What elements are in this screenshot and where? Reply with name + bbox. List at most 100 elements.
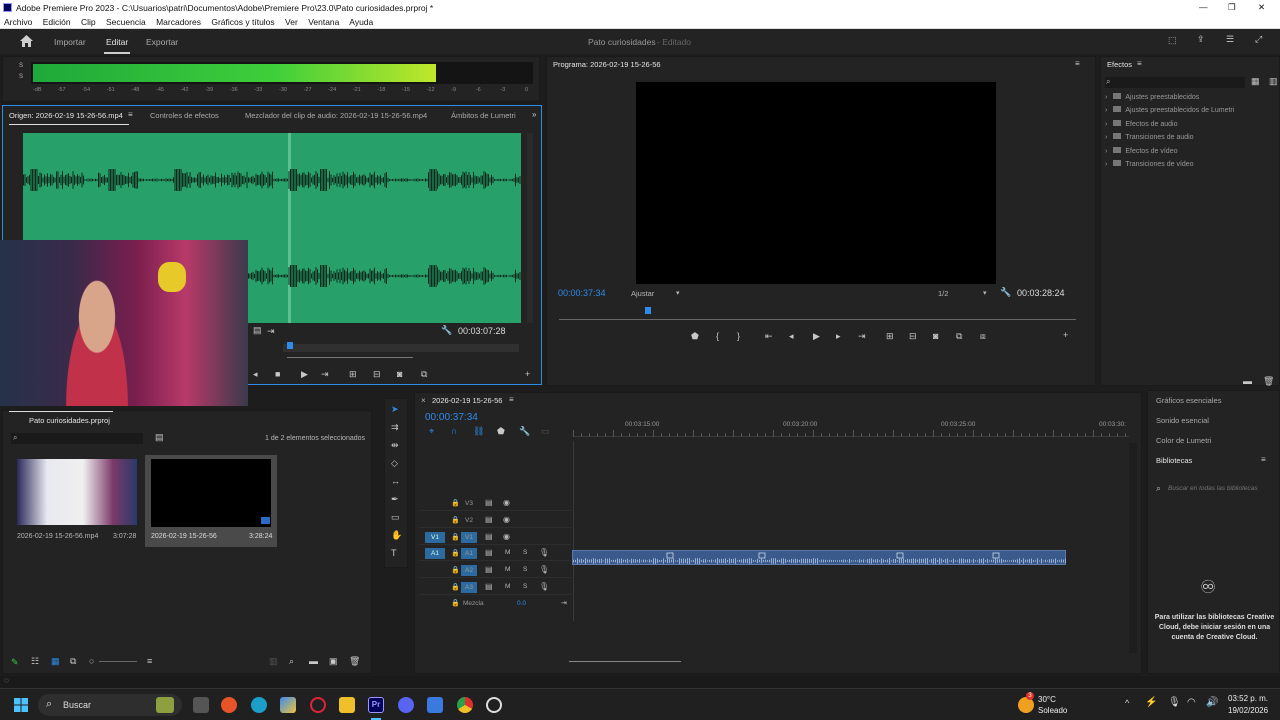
menu-marcadores[interactable]: Marcadores [156, 17, 201, 27]
solo-button[interactable]: S [523, 566, 527, 573]
wrench-icon[interactable]: 🔧 [1000, 288, 1011, 297]
track-header-a1[interactable]: A1 🔒 A1 ▤ M S 🎙 [419, 546, 571, 562]
eye-icon[interactable]: ◉ [503, 515, 510, 524]
share-icon[interactable]: ⇪ [1197, 35, 1205, 44]
write-on-icon[interactable]: ✎ [11, 657, 19, 668]
tab-menu-icon[interactable]: ≡ [128, 110, 133, 119]
add-marker-icon[interactable]: ⬟ [691, 332, 699, 341]
clock-date[interactable]: 19/02/2026 [1228, 706, 1268, 715]
program-menu-icon[interactable]: ≡ [1075, 59, 1080, 68]
timeline-settings-icon[interactable]: 🔧 [519, 427, 530, 436]
mute-button[interactable]: M [505, 549, 510, 556]
discord-icon[interactable] [398, 697, 414, 713]
quick-export-icon[interactable]: ⬚ [1168, 36, 1177, 45]
mix-value[interactable]: 0.0 [517, 600, 526, 607]
close-button[interactable]: ✕ [1258, 2, 1265, 13]
track-header-a3[interactable]: 🔒 A3 ▤ M S 🎙 [419, 580, 571, 595]
copilot-icon[interactable] [280, 697, 296, 713]
libraries-menu-icon[interactable]: ≡ [1261, 455, 1266, 464]
resolution-dropdown[interactable]: 1/2 [938, 289, 948, 298]
step-back-icon[interactable]: ◂ [253, 370, 258, 379]
project-item-selected[interactable]: 2026-02-19 15-26-56 3:28:24 [145, 455, 277, 547]
track-header-v3[interactable]: 🔒 V3 ▤ ◉ [419, 496, 571, 511]
panel-color-lumetri[interactable]: Color de Lumetri [1156, 436, 1211, 445]
tab-effect-controls[interactable]: Controles de efectos [150, 111, 219, 120]
libraries-search-input[interactable] [1168, 483, 1276, 493]
play-icon[interactable]: ▶ [813, 332, 820, 341]
maximize-button[interactable]: ❐ [1228, 2, 1236, 13]
wrench-icon[interactable]: 🔧 [441, 326, 452, 335]
audio-clip[interactable] [572, 550, 1066, 565]
brave-icon[interactable] [221, 697, 237, 713]
track-header-v1[interactable]: V1 🔒 V1 ▤ ◉ [419, 530, 571, 545]
timeline-vscroll[interactable] [1129, 443, 1137, 653]
effects-folder[interactable]: › Ajustes preestablecidos de Lumetri [1105, 106, 1234, 118]
fit-dropdown[interactable]: Ajustar [631, 289, 654, 298]
automate-icon[interactable]: ▥ [269, 657, 278, 666]
effects-search-input[interactable] [1105, 77, 1245, 88]
mute-button[interactable]: M [505, 583, 510, 590]
insert-icon[interactable]: ⇥ [267, 327, 275, 336]
chrome-icon[interactable] [457, 697, 473, 713]
hand-tool-icon[interactable]: ✋ [391, 531, 402, 540]
track-target[interactable]: V1 [461, 531, 477, 543]
list-view-icon[interactable]: ☷ [31, 657, 39, 666]
network-icon[interactable]: ⚡ [1145, 697, 1157, 708]
source-playhead[interactable] [287, 342, 293, 349]
sync-lock-icon[interactable]: ▤ [485, 582, 493, 591]
nest-icon[interactable]: ⌖ [429, 427, 434, 436]
tab-lumetri-scopes[interactable]: Ámbitos de Lumetri [451, 111, 516, 120]
tabs-overflow-icon[interactable]: » [532, 110, 536, 119]
effects-folder[interactable]: › Efectos de vídeo [1105, 146, 1178, 159]
program-timecode[interactable]: 00:00:37:34 [558, 288, 606, 298]
ripple-edit-tool-icon[interactable]: ⇹ [391, 441, 399, 450]
menu-graficos[interactable]: Gráficos y títulos [211, 17, 274, 27]
file-explorer-icon[interactable] [339, 697, 355, 713]
effects-folder[interactable]: › Ajustes preestablecidos [1105, 93, 1199, 105]
tab-audio-clip-mixer[interactable]: Mezclador del clip de audio: 2026-02-19 … [245, 111, 427, 120]
snap-icon[interactable]: ∩ [451, 427, 457, 436]
menu-edicion[interactable]: Edición [43, 17, 71, 27]
wifi-icon[interactable]: ◠ [1187, 697, 1196, 708]
settings-icon[interactable]: ▤ [253, 326, 262, 335]
camera-icon[interactable]: ◙ [933, 332, 938, 341]
lock-icon[interactable]: 🔒 [451, 499, 460, 507]
app-icon[interactable] [427, 697, 443, 713]
lock-icon[interactable]: 🔒 [451, 516, 460, 524]
program-playhead[interactable] [645, 307, 651, 314]
pen-tool-icon[interactable]: ✒ [391, 495, 399, 504]
effects-folder[interactable]: › Transiciones de vídeo [1105, 160, 1194, 172]
close-sequence-icon[interactable]: × [421, 396, 426, 405]
razor-tool-icon[interactable]: ◇ [391, 459, 398, 468]
menu-archivo[interactable]: Archivo [4, 17, 32, 27]
panel-graficos-esenciales[interactable]: Gráficos esenciales [1156, 396, 1221, 405]
tab-importar[interactable]: Importar [54, 37, 86, 47]
track-target[interactable]: A3 [461, 582, 477, 593]
menu-ventana[interactable]: Ventana [308, 17, 339, 27]
microphone-icon[interactable]: 🎙 [539, 548, 549, 557]
windows-start-icon[interactable] [14, 698, 28, 712]
taskbar-search[interactable]: ⌕ Buscar [38, 694, 182, 716]
effects-folder[interactable]: › Efectos de audio [1105, 119, 1178, 132]
sync-lock-icon[interactable]: ▤ [485, 532, 493, 541]
track-target[interactable]: V2 [461, 515, 477, 526]
source-timebar[interactable] [283, 344, 519, 352]
mark-in-icon[interactable]: { [716, 332, 719, 341]
track-target[interactable]: A2 [461, 565, 477, 577]
freeform-view-icon[interactable]: ⧉ [70, 657, 76, 666]
tray-overflow-icon[interactable]: ^ [1125, 698, 1129, 708]
compare-icon[interactable]: ⧈ [980, 332, 986, 341]
go-to-out-icon[interactable]: ⇥ [858, 332, 866, 341]
add-button-icon[interactable]: + [525, 370, 530, 379]
project-search-input[interactable] [11, 433, 143, 444]
track-area[interactable] [573, 441, 1129, 621]
accelerated-effects-icon[interactable]: ▦ [1251, 77, 1260, 86]
tab-editar[interactable]: Editar [106, 37, 128, 47]
minimize-button[interactable]: — [1199, 2, 1208, 12]
new-bin-icon[interactable]: ▬ [1243, 377, 1252, 386]
overwrite-clip-icon[interactable]: ⊟ [373, 370, 381, 379]
lock-icon[interactable]: 🔒 [451, 599, 460, 607]
eye-icon[interactable]: ◉ [503, 498, 510, 507]
microphone-icon[interactable]: 🎙 [539, 582, 549, 591]
step-forward-icon[interactable]: ▸ [836, 332, 841, 341]
